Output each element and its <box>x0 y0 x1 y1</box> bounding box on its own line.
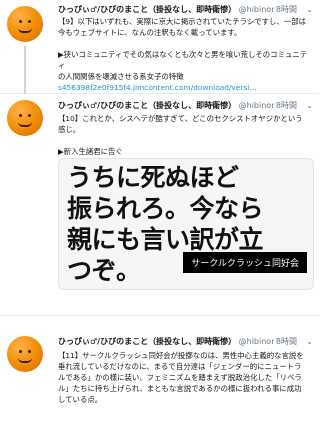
text-line: の人間関係を壊滅させる系女子の特徴 <box>58 72 184 81</box>
text-line: 【11】サークルクラッシュ同好会が投擲なのは、男性中心主義的な言説を <box>58 351 304 360</box>
tweet-header: ひっぴぃ♂/ひびのまこと（掛投なし、即時衛惨） @hibinom… 8時間 ⌄ <box>58 3 315 17</box>
chevron-down-icon[interactable]: ⌄ <box>306 335 313 349</box>
author-name[interactable]: ひっぴぃ♂/ひびのまこと（掛投なし、即時衛惨） <box>58 337 236 346</box>
text-line: ルである」かの様に装い、フェミニズムを踏まえず脱政治化した「リベラ <box>58 373 302 382</box>
tweet-header: ひっぴぃ♂/ひびのまこと（掛投なし、即時衛惨） @hibinom… 8時間 ⌄ <box>58 99 315 113</box>
text-line: ▶新入生諸君に告ぐ <box>58 147 123 156</box>
thread-line <box>24 46 26 94</box>
text-line: ル」たちに持ち上げられ、まともな言説であるかの様に扱われる事に成功 <box>58 384 302 393</box>
tweet-text: 【11】サークルクラッシュ同好会が投擲なのは、男性中心主義的な言説を 垂れ流して… <box>58 350 313 405</box>
timestamp[interactable]: 8時間 <box>273 99 297 113</box>
tweet-header: ひっぴぃ♂/ひびのまこと（掛投なし、即時衛惨） @hibinom… 8時間 ⌄ <box>58 335 315 349</box>
text-line: している点。 <box>58 395 103 404</box>
chevron-down-icon[interactable]: ⌄ <box>306 99 313 113</box>
image-text-line: つぞ。 <box>67 256 141 285</box>
text-line: ▶狭いコミュニティでその気はなくとも次々と男を喰い荒しそのコミュニティ <box>58 50 308 70</box>
text-line: 垂れ流しているだけなのに、まるで自分達は「ジェンダー的にニュートラ <box>58 362 302 371</box>
image-text-line: うちに死ぬほど <box>67 163 239 192</box>
avatar[interactable] <box>7 336 43 372</box>
image-text-line: 親にも言い訳が立 <box>67 225 264 254</box>
author-name[interactable]: ひっぴぃ♂/ひびのまこと（掛投なし、即時衛惨） <box>58 101 236 110</box>
tweet-11[interactable]: ひっぴぃ♂/ひびのまこと（掛投なし、即時衛惨） @hibinom… 8時間 ⌄ … <box>0 316 319 421</box>
tweet-text: 【10】これとか、シスヘテが酷すぎて、どこのセクシストオヤジかという 感じ。 ▶… <box>58 113 313 157</box>
text-line: 今もウェブサイトに、なんの注釈もなく載っています。 <box>58 28 242 37</box>
avatar[interactable] <box>7 100 43 136</box>
avatar[interactable] <box>7 6 43 42</box>
author-name[interactable]: ひっぴぃ♂/ひびのまこと（掛投なし、即時衛惨） <box>58 5 236 14</box>
tweet-text: 【9】以下はいずれも、実際に京大に掲示されていたチラシですし、一部は 今もウェブ… <box>58 16 313 93</box>
timestamp[interactable]: 8時間 <box>273 3 297 17</box>
tweet-9[interactable]: ひっぴぃ♂/ひびのまこと（掛投なし、即時衛惨） @hibinom… 8時間 ⌄ … <box>0 0 319 94</box>
text-line: 【9】以下はいずれも、実際に京大に掲示されていたチラシですし、一部は <box>58 17 307 26</box>
tweet-link[interactable]: s456398f2e0f915f4.jimcontent.com/downloa… <box>58 82 313 93</box>
image-badge: サークルクラッシュ同好会 <box>183 252 307 273</box>
tweet-image[interactable]: うちに死ぬほど 振られろ。今なら 親にも言い訳が立 つぞ。 サークルクラッシュ同… <box>58 158 314 290</box>
timestamp[interactable]: 8時間 <box>273 335 297 349</box>
tweet-10[interactable]: ひっぴぃ♂/ひびのまこと（掛投なし、即時衛惨） @hibinom… 8時間 ⌄ … <box>0 94 319 316</box>
chevron-down-icon[interactable]: ⌄ <box>306 3 313 17</box>
image-text-line: 振られろ。今なら <box>67 194 264 223</box>
text-line: 感じ。 <box>58 125 81 134</box>
text-line: 【10】これとか、シスヘテが酷すぎて、どこのセクシストオヤジかという <box>58 114 303 123</box>
